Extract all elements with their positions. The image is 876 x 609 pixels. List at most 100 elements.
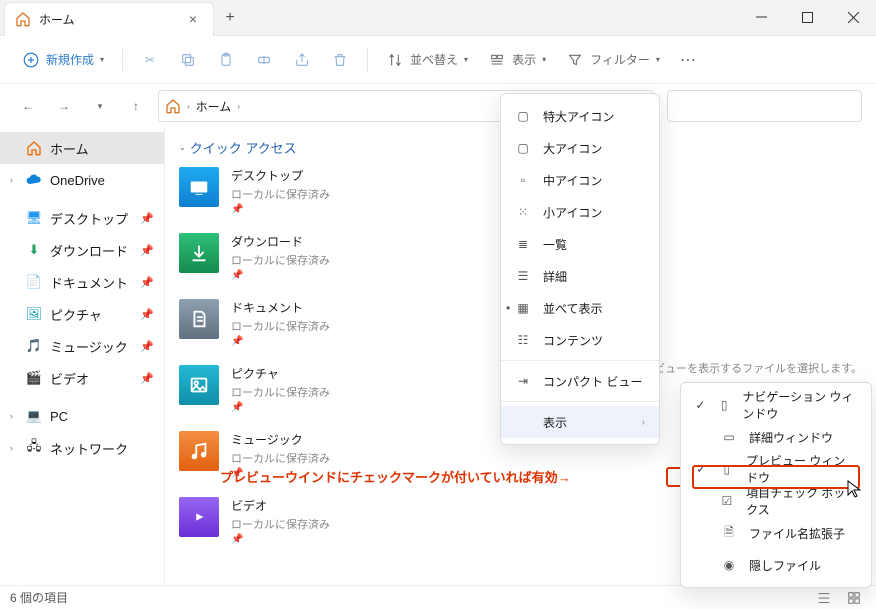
toolbar: 新規作成 ▾ ✂ 並べ替え ▾ 表示 ▾ フィルター ▾ ⋯ [0,36,876,84]
eye-icon: ◉ [721,557,737,573]
menu-item-content[interactable]: ☷コンテンツ [501,324,659,356]
up-button[interactable]: ↑ [122,92,150,120]
tab-close-button[interactable]: × [187,9,199,29]
search-input[interactable] [667,90,862,122]
menu-item-checkboxes[interactable]: ☑項目チェック ボックス [681,485,871,517]
sort-button[interactable]: 並べ替え ▾ [378,45,476,75]
pin-icon: 📌 [231,534,330,545]
sidebar-item-home[interactable]: ホーム [0,132,164,164]
rename-button[interactable] [247,45,281,75]
desktop-icon: 🖥 [26,210,42,226]
view-label: 表示 [512,51,536,68]
titlebar: ホーム × + [0,0,876,36]
pc-icon: 💻 [26,408,42,424]
filter-button[interactable]: フィルター ▾ [558,45,668,75]
chevron-down-icon[interactable]: ▾ [86,92,114,120]
cursor-icon [847,480,861,501]
cut-icon: ✂ [141,51,159,69]
chevron-right-icon: › [237,102,240,111]
new-button[interactable]: 新規作成 ▾ [14,45,112,75]
more-button[interactable]: ⋯ [672,44,706,76]
paste-icon [217,51,235,69]
chevron-down-icon: ▾ [464,55,468,64]
sidebar-item-network[interactable]: ›🖧ネットワーク [0,432,164,464]
item-subtitle: ローカルに保存済み [231,384,330,400]
paste-button[interactable] [209,45,243,75]
item-title: ダウンロード [231,233,330,250]
file-icon: 🗎 [721,525,737,541]
menu-item-details-pane[interactable]: ▭詳細ウィンドウ [681,421,871,453]
item-title: デスクトップ [231,167,330,184]
sidebar-item-onedrive[interactable]: › OneDrive [0,164,164,196]
back-button[interactable]: ← [14,92,42,120]
close-button[interactable] [830,0,876,36]
sidebar-item-music[interactable]: 🎵ミュージック📌 [0,330,164,362]
folder-documents-icon [179,299,219,339]
menu-item-large[interactable]: ▢大アイコン [501,132,659,164]
sidebar-icon: ▯ [718,397,730,413]
picture-icon: 🖼 [26,306,42,322]
pin-icon: 📌 [231,204,330,215]
folder-music-icon [179,431,219,471]
network-icon: 🖧 [26,440,42,456]
menu-item-small[interactable]: ⁙小アイコン [501,196,659,228]
chevron-down-icon: ▾ [542,55,546,64]
pin-icon: 📌 [231,402,330,413]
pin-icon: 📌 [140,308,154,321]
sidebar-item-downloads[interactable]: ⬇ ダウンロード 📌 [0,234,164,266]
menu-item-list[interactable]: ≣一覧 [501,228,659,260]
window-controls [738,0,876,36]
minimize-button[interactable] [738,0,784,36]
sort-icon [386,51,404,69]
delete-button[interactable] [323,45,357,75]
sidebar-item-label: ダウンロード [50,241,128,260]
sidebar-item-pc[interactable]: › 💻 PC [0,400,164,432]
download-icon: ⬇ [26,242,42,258]
menu-item-compact[interactable]: ⇥コンパクト ビュー [501,365,659,397]
maximize-button[interactable] [784,0,830,36]
new-tab-button[interactable]: + [214,9,246,27]
home-icon [165,98,181,114]
sort-label: 並べ替え [410,51,458,68]
item-subtitle: ローカルに保存済み [231,450,330,466]
menu-item-extensions[interactable]: 🗎ファイル名拡張子 [681,517,871,549]
section-label: クイック アクセス [190,138,297,157]
forward-button[interactable]: → [50,92,78,120]
home-icon [26,140,42,156]
cut-button[interactable]: ✂ [133,45,167,75]
pin-icon: 📌 [140,244,154,257]
pin-icon: 📌 [231,336,330,347]
view-icon [488,51,506,69]
menu-item-medium[interactable]: ▫中アイコン [501,164,659,196]
pin-icon: 📌 [140,372,154,385]
icons-view-button[interactable] [842,588,866,608]
chevron-down-icon: ⌄ [179,143,186,152]
sidebar-item-pictures[interactable]: 🖼ピクチャ📌 [0,298,164,330]
sidebar-item-desktop[interactable]: 🖥デスクトップ📌 [0,202,164,234]
chevron-right-icon: › [10,411,18,421]
menu-item-show[interactable]: 表示› [501,406,659,438]
home-icon [15,11,31,27]
chevron-right-icon: › [642,417,645,428]
menu-item-hidden[interactable]: ◉隠しファイル [681,549,871,581]
folder-videos-icon [179,497,219,537]
sidebar-item-documents[interactable]: 📄ドキュメント📌 [0,266,164,298]
details-view-button[interactable] [812,588,836,608]
sidebar-item-videos[interactable]: 🎬ビデオ📌 [0,362,164,394]
breadcrumb[interactable]: ホーム [196,98,232,115]
copy-button[interactable] [171,45,205,75]
document-icon: 📄 [26,274,42,290]
menu-item-details[interactable]: ☰詳細 [501,260,659,292]
status-count: 6 個の項目 [10,589,68,606]
menu-item-tile[interactable]: •▦並べて表示 [501,292,659,324]
view-button[interactable]: 表示 ▾ [480,45,554,75]
folder-desktop-icon [179,167,219,207]
menu-item-navpane[interactable]: ✓▯ナビゲーション ウィンドウ [681,389,871,421]
menu-item-preview-pane[interactable]: ✓▯プレビュー ウィンドウ [681,453,871,485]
sidebar-item-label: PC [50,409,68,424]
item-subtitle: ローカルに保存済み [231,318,330,334]
preview-hint-text: ビューを表示するファイルを選択します。 [654,360,862,376]
share-button[interactable] [285,45,319,75]
menu-item-extralarge[interactable]: ▢特大アイコン [501,100,659,132]
tab-home[interactable]: ホーム × [4,2,214,36]
